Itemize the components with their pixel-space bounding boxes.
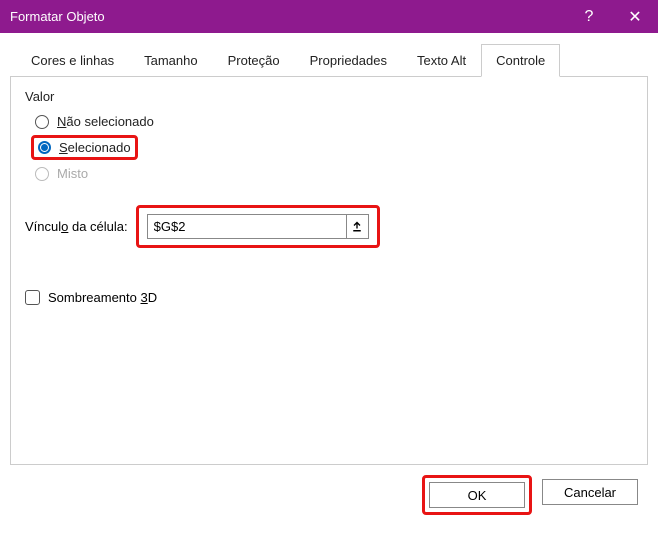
- cell-link-input[interactable]: [147, 214, 347, 239]
- collapse-dialog-button[interactable]: [347, 214, 369, 239]
- ok-button[interactable]: OK: [429, 482, 525, 508]
- highlight-selected: Selecionado: [31, 135, 138, 160]
- highlight-cell-link: [136, 205, 380, 248]
- titlebar: Formatar Objeto ? ✕: [0, 0, 658, 33]
- dialog-title: Formatar Objeto: [10, 9, 566, 24]
- tab-colors-lines[interactable]: Cores e linhas: [16, 44, 129, 77]
- help-button[interactable]: ?: [566, 0, 612, 33]
- radio-unselected-label: Não selecionado: [57, 114, 154, 129]
- checkbox-icon: [25, 290, 40, 305]
- radio-selected[interactable]: Selecionado: [38, 140, 131, 155]
- value-group-label: Valor: [25, 89, 633, 104]
- dialog-footer: OK Cancelar: [10, 465, 648, 525]
- cell-link-row: Vínculo da célula:: [25, 205, 633, 248]
- radio-icon-disabled: [35, 167, 49, 181]
- shading-3d-label: Sombreamento 3D: [48, 290, 157, 305]
- shading-3d-row[interactable]: Sombreamento 3D: [25, 290, 633, 305]
- dialog-body: Cores e linhas Tamanho Proteção Propried…: [0, 33, 658, 533]
- radio-unselected[interactable]: Não selecionado: [25, 110, 633, 133]
- close-button[interactable]: ✕: [612, 0, 658, 33]
- cell-link-label: Vínculo da célula:: [25, 219, 128, 234]
- radio-mixed-label: Misto: [57, 166, 88, 181]
- collapse-icon: [351, 221, 363, 233]
- radio-icon: [35, 115, 49, 129]
- cancel-button[interactable]: Cancelar: [542, 479, 638, 505]
- tab-protection[interactable]: Proteção: [213, 44, 295, 77]
- tab-control[interactable]: Controle: [481, 44, 560, 77]
- highlight-ok: OK: [422, 475, 532, 515]
- tab-content: Valor Não selecionado Selecionado Misto …: [10, 77, 648, 465]
- tab-size[interactable]: Tamanho: [129, 44, 212, 77]
- radio-icon-checked: [38, 141, 51, 154]
- tab-properties[interactable]: Propriedades: [295, 44, 402, 77]
- tab-strip: Cores e linhas Tamanho Proteção Propried…: [10, 43, 648, 77]
- tab-alt-text[interactable]: Texto Alt: [402, 44, 481, 77]
- radio-selected-label: Selecionado: [59, 140, 131, 155]
- radio-mixed: Misto: [25, 162, 633, 185]
